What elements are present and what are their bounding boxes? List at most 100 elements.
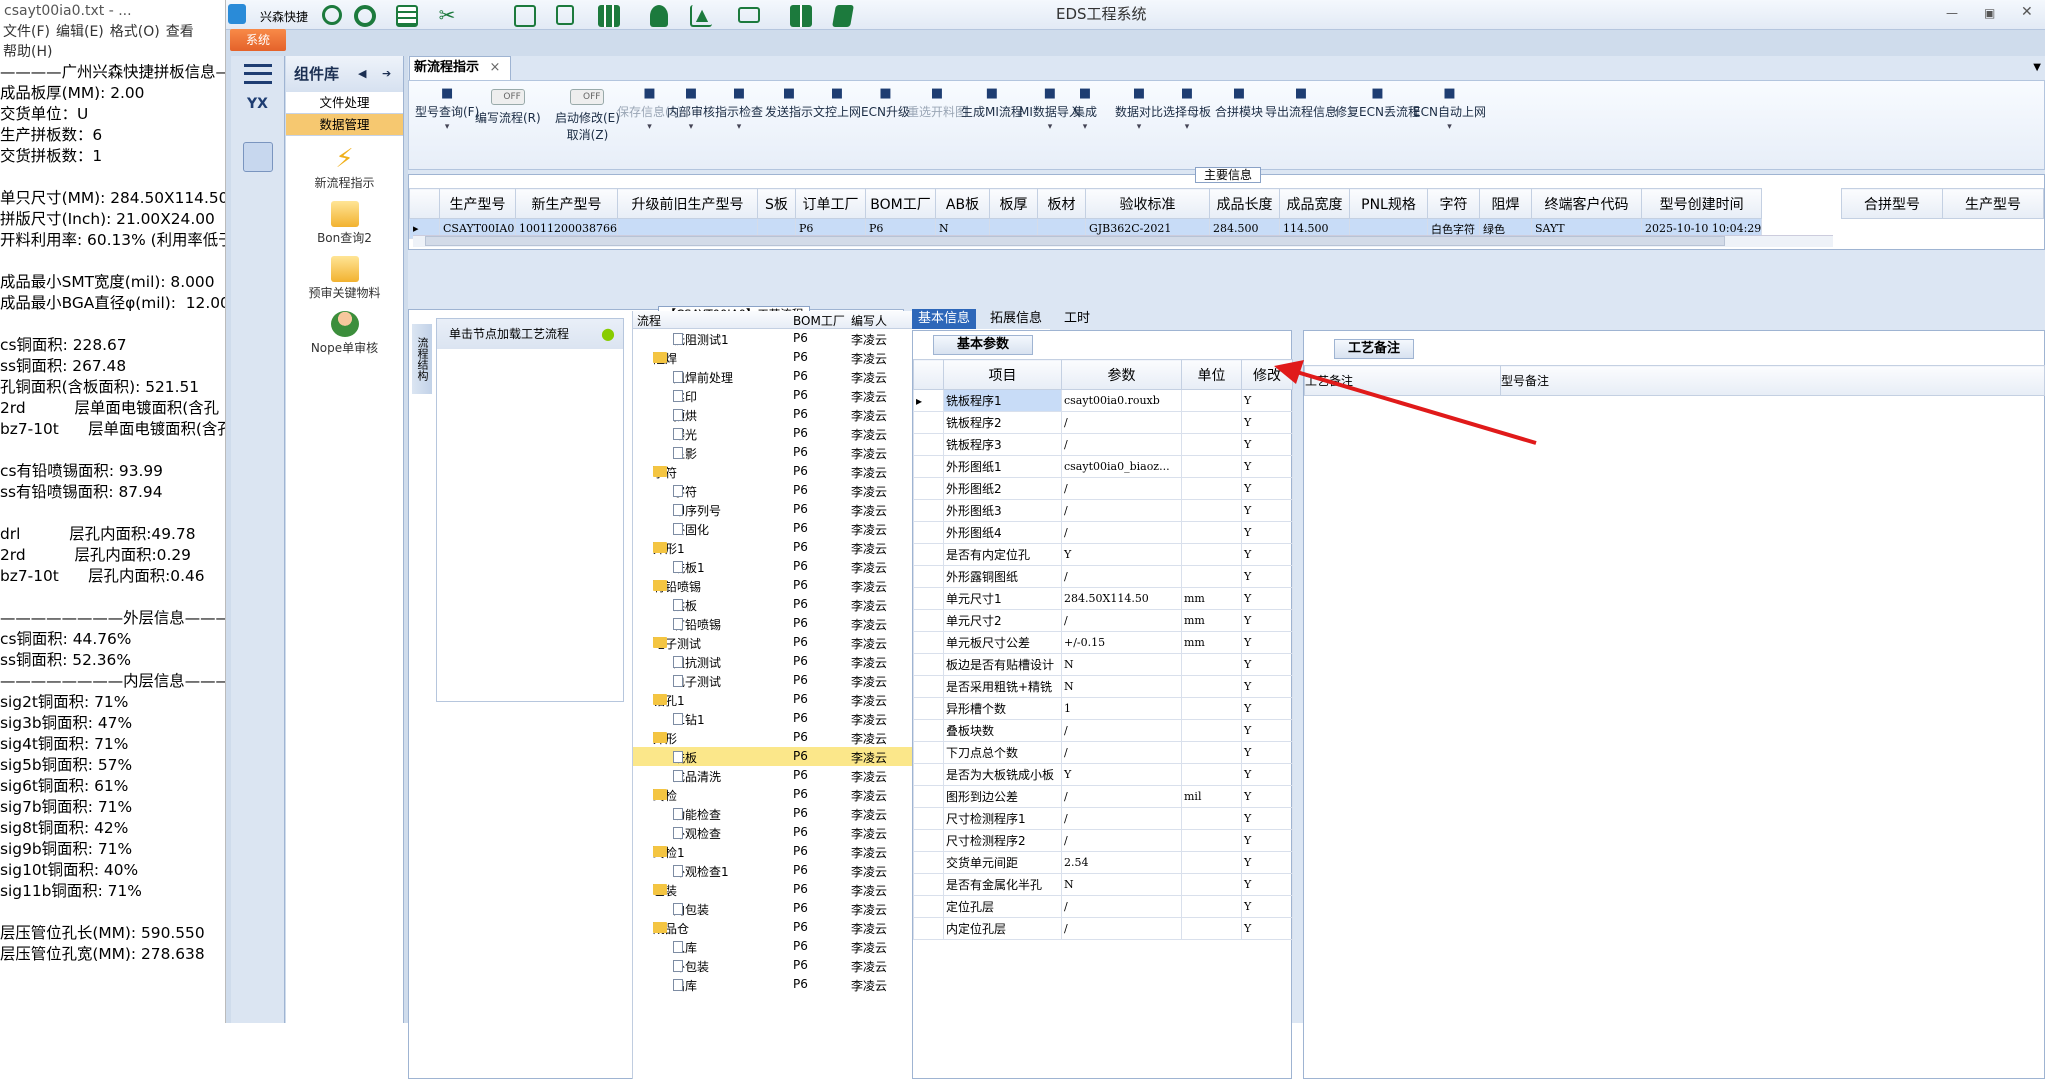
table-icon[interactable] <box>396 5 418 27</box>
ribbon-button-14[interactable]: ■ 选择母板 ▾ <box>1163 87 1211 133</box>
param-value[interactable]: / <box>1061 499 1182 522</box>
ribbon-button-17[interactable]: ■ 修复ECN丢流程 <box>1335 87 1420 120</box>
basic-param-row[interactable]: 叠板块数 / Y <box>913 719 1293 742</box>
ribbon-button-5[interactable]: ■ 指示检查 ▾ <box>715 87 763 133</box>
notepad-menu-item[interactable]: 帮助(H) <box>3 44 52 60</box>
merge-col-0[interactable]: 合拼型号 <box>1841 188 1943 219</box>
basic-param-row[interactable]: 定位孔层 / Y <box>913 895 1293 918</box>
basic-param-row[interactable]: 外形图纸1 csayt00ia0_biaoz... Y <box>913 455 1293 478</box>
lifebuoy-icon[interactable] <box>354 5 376 27</box>
ribbon-button-10[interactable]: ■ 生成MI流程 <box>961 87 1023 120</box>
param-value[interactable]: 1 <box>1061 697 1182 720</box>
basic-param-row[interactable]: 外形图纸4/ Y <box>913 521 1293 544</box>
flow-structure-tab[interactable]: 流程结构 <box>412 324 432 394</box>
basic-param-row[interactable]: 板边是否有贴槽设计 N Y <box>913 653 1293 676</box>
ribbon-button-2[interactable]: OFF 启动修改(E) 取消(Z) <box>555 87 620 143</box>
basic-param-row[interactable]: 异形槽个数 1 Y <box>913 697 1293 720</box>
book-icon[interactable] <box>832 5 854 27</box>
flow-col-header[interactable]: 编写人 <box>851 312 887 329</box>
main-col-header[interactable]: 板厚 <box>988 188 1038 219</box>
param-value[interactable]: Y <box>1061 763 1182 786</box>
search-icon[interactable] <box>322 5 342 25</box>
param-value[interactable]: 284.50X114.50 <box>1061 587 1182 610</box>
horizontal-scrollbar[interactable] <box>413 235 1833 247</box>
main-col-header[interactable]: 型号创建时间 <box>1640 188 1763 219</box>
basic-col-header[interactable]: 参数 <box>1061 359 1182 390</box>
main-col-header[interactable]: 生产型号 <box>439 188 516 219</box>
category-file-processing[interactable]: 文件处理 <box>286 92 403 114</box>
main-col-header[interactable]: 订单工厂 <box>794 188 866 219</box>
ribbon-button-1[interactable]: OFF 编写流程(R) <box>475 87 541 126</box>
chevron-down-icon[interactable]: ▾ <box>667 122 715 132</box>
param-value[interactable]: N <box>1061 675 1182 698</box>
pin-icon[interactable]: ➔ <box>382 56 391 92</box>
basic-param-row[interactable]: 内定位孔层 / Y <box>913 917 1293 940</box>
side-item-nope-review[interactable]: Nope单审核 <box>286 311 403 356</box>
basic-param-row[interactable]: 是否有内定位孔 Y Y <box>913 543 1293 566</box>
param-value[interactable]: / <box>1061 719 1182 742</box>
flow-col-header[interactable]: 流程 <box>637 312 661 329</box>
basic-param-row[interactable]: ▸ 铣板程序1 csayt00ia0.rouxb Y <box>913 389 1293 412</box>
chevron-down-icon[interactable]: ▾ <box>1163 122 1211 132</box>
notepad-menu-item[interactable]: 文件(F) <box>3 24 50 40</box>
main-col-header[interactable]: PNL规格 <box>1348 188 1428 219</box>
chevron-down-icon[interactable]: ▾ <box>1413 122 1486 132</box>
param-value[interactable]: / <box>1061 433 1182 456</box>
param-value[interactable]: / <box>1061 609 1182 632</box>
main-col-header[interactable]: 成品宽度 <box>1278 188 1350 219</box>
chevron-down-icon[interactable]: ▾ <box>1115 122 1163 132</box>
menu-icon[interactable] <box>243 64 272 84</box>
ribbon-button-18[interactable]: ■ ECN自动上网 ▾ <box>1413 87 1486 133</box>
basic-param-row[interactable]: 是否采用粗铣+精铣 N Y <box>913 675 1293 698</box>
main-col-header[interactable]: AB板 <box>934 188 990 219</box>
param-value[interactable]: / <box>1061 477 1182 500</box>
param-value[interactable]: / <box>1061 807 1182 830</box>
toggle-switch[interactable]: OFF <box>570 89 605 105</box>
basic-param-row[interactable]: 尺寸检测程序1/ Y <box>913 807 1293 830</box>
basic-param-row[interactable]: 单元尺寸2/mm Y <box>913 609 1293 632</box>
category-data-management[interactable]: 数据管理 <box>286 114 403 136</box>
film-icon[interactable] <box>514 5 536 27</box>
basic-param-row[interactable]: 铣板程序2/Y <box>913 411 1293 434</box>
param-value[interactable]: N <box>1061 873 1182 896</box>
param-value[interactable]: csayt00ia0_biaoz... <box>1061 455 1182 478</box>
notepad-menu-item[interactable]: 查看 <box>166 24 194 40</box>
notepad-menu-item[interactable]: 编辑(E) <box>56 24 104 40</box>
chevron-down-icon[interactable]: ▼ <box>2033 62 2041 73</box>
side-item-new-flow[interactable]: ⚡ 新流程指示 <box>286 146 403 191</box>
tab-basic-info[interactable]: 基本信息 <box>912 309 977 329</box>
maximize-icon[interactable]: ▣ <box>1984 6 1995 20</box>
basic-param-row[interactable]: 尺寸检测程序2/ Y <box>913 829 1293 852</box>
basic-param-row[interactable]: 单元板尺寸公差 +/-0.15 mm Y <box>913 631 1293 654</box>
param-value[interactable]: / <box>1061 829 1182 852</box>
notepad-text[interactable]: ————广州兴森快捷拼板信息———— 成品板厚(MM): 2.00 交货单位：U 生产… <box>0 62 225 965</box>
basic-param-row[interactable]: 是否为大板铣成小板 Y Y <box>913 763 1293 786</box>
basic-col-header[interactable]: 单位 <box>1181 359 1242 390</box>
ribbon-button-7[interactable]: ■ 文控上网 <box>813 87 861 120</box>
grid-icon[interactable] <box>598 5 620 27</box>
main-col-header[interactable]: BOM工厂 <box>864 188 936 219</box>
comment-icon[interactable]: ● <box>601 319 615 349</box>
main-col-header[interactable]: 终端客户代码 <box>1530 188 1642 219</box>
main-col-header[interactable]: S板 <box>756 188 796 219</box>
basic-param-row[interactable]: 单元尺寸1 284.50X114.50 mm Y <box>913 587 1293 610</box>
param-value[interactable]: N <box>1061 653 1182 676</box>
side-item-key-material[interactable]: 预审关键物料 <box>286 256 403 301</box>
tab-new-flow[interactable]: 新流程指示 × <box>409 56 511 80</box>
basic-param-row[interactable]: 外形露铜图纸 / Y <box>913 565 1293 588</box>
basic-param-row[interactable]: 铣板程序3/Y <box>913 433 1293 456</box>
ribbon-button-6[interactable]: ■ 发送指示 <box>765 87 813 120</box>
ribbon-button-11[interactable]: ■ MI数据导入 ▾ <box>1019 87 1081 133</box>
flow-col-header[interactable]: BOM工厂 <box>793 312 845 329</box>
basic-param-row[interactable]: 是否有金属化半孔 N Y <box>913 873 1293 896</box>
tab-work-hours[interactable]: 工时 <box>1058 309 1096 329</box>
yx-logo[interactable]: YX <box>241 96 275 130</box>
laptop-icon[interactable] <box>738 7 760 23</box>
param-value[interactable]: Y <box>1061 543 1182 566</box>
close-icon[interactable]: ✕ <box>2021 4 2033 20</box>
basic-param-row[interactable]: 交货单元间距 2.54 Y <box>913 851 1293 874</box>
basic-param-row[interactable]: 图形到边公差 / mil Y <box>913 785 1293 808</box>
main-col-header[interactable]: 成品长度 <box>1208 188 1280 219</box>
param-value[interactable]: / <box>1061 521 1182 544</box>
copy-icon[interactable] <box>556 5 574 25</box>
